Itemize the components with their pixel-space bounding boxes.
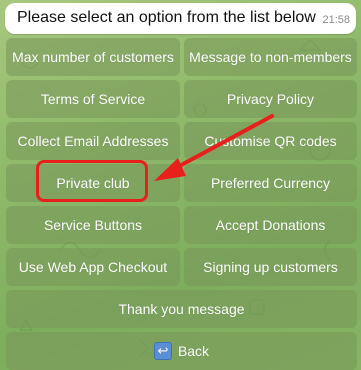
bot-message-bubble: Please select an option from the list be… bbox=[5, 3, 356, 34]
customise-qr-codes-button[interactable]: Customise QR codes bbox=[184, 122, 357, 160]
back-arrow-icon: ↩ bbox=[153, 342, 172, 360]
message-to-non-members-button[interactable]: Message to non-members bbox=[184, 38, 357, 76]
terms-of-service-button[interactable]: Terms of Service bbox=[6, 80, 180, 118]
preferred-currency-button[interactable]: Preferred Currency bbox=[184, 164, 357, 202]
message-timestamp: 21:58 bbox=[322, 14, 350, 26]
accept-donations-button[interactable]: Accept Donations bbox=[184, 206, 357, 244]
max-number-of-customers-button[interactable]: Max number of customers bbox=[6, 38, 180, 76]
privacy-policy-button[interactable]: Privacy Policy bbox=[184, 80, 357, 118]
message-text: Please select an option from the list be… bbox=[17, 9, 316, 26]
use-web-app-checkout-button[interactable]: Use Web App Checkout bbox=[6, 248, 180, 286]
private-club-highlight-box bbox=[36, 160, 148, 202]
signing-up-customers-button[interactable]: Signing up customers bbox=[184, 248, 357, 286]
thank-you-message-button[interactable]: Thank you message bbox=[6, 290, 357, 328]
back-button-label: Back bbox=[177, 343, 210, 359]
back-button[interactable]: ↩ Back bbox=[6, 332, 357, 370]
service-buttons-button[interactable]: Service Buttons bbox=[6, 206, 180, 244]
collect-email-addresses-button[interactable]: Collect Email Addresses bbox=[6, 122, 180, 160]
